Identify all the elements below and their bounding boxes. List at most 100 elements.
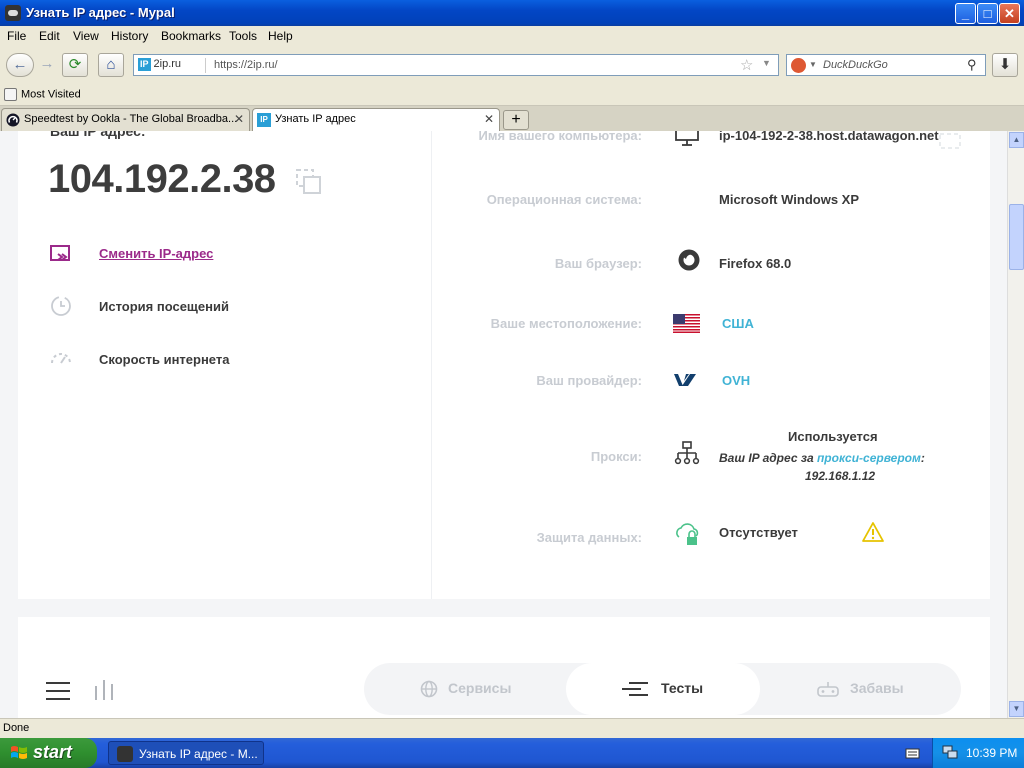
- duckduckgo-icon[interactable]: [791, 58, 806, 73]
- maximize-button[interactable]: □: [977, 3, 998, 24]
- proxy-description: Ваш IP адрес за прокси-сервером:: [719, 451, 925, 465]
- bars-icon[interactable]: [94, 680, 118, 700]
- row-label-proxy: Прокси:: [590, 449, 642, 464]
- page-viewport: Ваш IP адрес: 104.192.2.38 Сменить IP-ад…: [0, 131, 1007, 718]
- most-visited-bookmark[interactable]: Most Visited: [4, 88, 81, 101]
- tab-2ip[interactable]: IP Узнать IP адрес ✕: [252, 108, 500, 131]
- firefox-icon: [678, 249, 700, 271]
- reload-button[interactable]: ⟳: [62, 53, 88, 77]
- start-label: start: [33, 742, 73, 762]
- menu-tools[interactable]: Tools: [229, 29, 257, 43]
- row-label-data-protection: Защита данных:: [536, 530, 642, 545]
- search-placeholder[interactable]: DuckDuckGo: [823, 59, 888, 71]
- url-dropdown-icon[interactable]: ▼: [762, 58, 771, 68]
- engine-dropdown-icon[interactable]: ▼: [809, 60, 817, 69]
- change-ip-link[interactable]: Сменить IP-адрес: [99, 246, 213, 261]
- globe-icon: [420, 680, 438, 698]
- scroll-down-arrow-icon[interactable]: ▼: [1009, 701, 1024, 717]
- back-button[interactable]: ←: [6, 53, 34, 77]
- close-button[interactable]: ✕: [999, 3, 1020, 24]
- speed-link[interactable]: Скорость интернета: [99, 352, 229, 367]
- menu-bookmarks[interactable]: Bookmarks: [161, 29, 221, 43]
- scroll-up-arrow-icon[interactable]: ▲: [1009, 132, 1024, 148]
- browser-value: Firefox 68.0: [719, 256, 792, 271]
- close-tab-icon[interactable]: ✕: [484, 112, 494, 126]
- url-text[interactable]: https://2ip.ru/: [214, 59, 278, 71]
- copy-hostname-icon[interactable]: [939, 133, 961, 149]
- forward-button[interactable]: →: [34, 53, 60, 77]
- warning-icon: [862, 522, 884, 542]
- search-bar[interactable]: ▼ DuckDuckGo ⚲: [786, 54, 986, 76]
- home-button[interactable]: ⌂: [98, 53, 124, 77]
- system-tray: 10:39 PM: [932, 738, 1024, 768]
- back-arrow-icon: ←: [12, 56, 28, 73]
- taskbar-item-label: Узнать IP адрес - M...: [139, 747, 258, 761]
- menu-history[interactable]: History: [111, 29, 148, 43]
- gamepad-icon: [817, 682, 839, 697]
- row-label-computer-name: Имя вашего компьютера:: [478, 131, 642, 143]
- tab-fun[interactable]: Забавы: [762, 663, 961, 715]
- windows-taskbar: start Узнать IP адрес - M... 10:39 PM: [0, 738, 1024, 768]
- site-identity[interactable]: IP 2ip.ru: [138, 58, 206, 73]
- proxy-status: Используется: [788, 429, 878, 444]
- monitor-icon: [675, 131, 699, 146]
- ovh-logo-icon: [674, 374, 696, 386]
- computer-name-value: ip-104-192-2-38.host.datawagon.net: [719, 131, 939, 143]
- menu-view[interactable]: View: [73, 29, 99, 43]
- download-icon: ⬇: [998, 56, 1012, 73]
- proxy-text-before: Ваш IP адрес за: [719, 451, 817, 465]
- minimize-button[interactable]: _: [955, 3, 976, 24]
- search-icon[interactable]: ⚲: [967, 57, 977, 73]
- menu-help[interactable]: Help: [268, 29, 293, 43]
- card-divider: [431, 131, 432, 599]
- start-button[interactable]: start: [0, 738, 97, 768]
- tab-strip: Speedtest by Ookla - The Global Broadba.…: [0, 106, 1024, 131]
- tab-tests[interactable]: Тесты: [566, 663, 760, 715]
- network-icon: [674, 441, 700, 465]
- ip-address-value: 104.192.2.38: [48, 157, 276, 201]
- history-icon: [51, 296, 71, 316]
- tab-speedtest[interactable]: Speedtest by Ookla - The Global Broadba.…: [1, 108, 250, 131]
- provider-value[interactable]: OVH: [722, 373, 750, 388]
- proxy-ip-value: 192.168.1.12: [805, 469, 876, 483]
- us-flag-icon: [673, 314, 700, 333]
- url-bar[interactable]: IP 2ip.ru https://2ip.ru/ ☆ ▼: [133, 54, 779, 76]
- close-tab-icon[interactable]: ✕: [234, 112, 244, 126]
- row-label-os: Операционная система:: [486, 192, 642, 207]
- mypal-taskbar-icon: [117, 746, 133, 762]
- bookmark-star-icon[interactable]: ☆: [740, 56, 753, 74]
- cloud-lock-icon: [676, 523, 699, 545]
- status-text: Done: [3, 722, 30, 734]
- vertical-scrollbar[interactable]: ▲ ▼: [1007, 131, 1024, 718]
- bottom-nav-card: Сервисы Тесты Забавы: [18, 617, 990, 718]
- copy-icon[interactable]: [296, 169, 322, 195]
- history-link[interactable]: История посещений: [99, 299, 229, 314]
- taskbar-item-mypal[interactable]: Узнать IP адрес - M...: [108, 741, 264, 765]
- new-tab-button[interactable]: +: [503, 110, 529, 130]
- keyboard-icon[interactable]: [905, 746, 920, 760]
- proxy-text-after: :: [920, 451, 925, 465]
- proxy-server-link[interactable]: прокси-сервером: [817, 451, 921, 465]
- scrollbar-thumb[interactable]: [1009, 204, 1024, 270]
- tests-icon: [622, 682, 648, 696]
- hamburger-menu-icon[interactable]: [45, 681, 71, 701]
- 2ip-favicon: IP: [257, 113, 271, 127]
- tab-tests-label: Тесты: [661, 680, 704, 696]
- tab-services[interactable]: Сервисы: [364, 663, 564, 715]
- navigation-toolbar: ← → ⟳ ⌂ IP 2ip.ru https://2ip.ru/ ☆ ▼ ▼ D…: [0, 46, 1024, 84]
- most-visited-label: Most Visited: [21, 88, 81, 101]
- menu-edit[interactable]: Edit: [39, 29, 60, 43]
- clock[interactable]: 10:39 PM: [966, 746, 1017, 760]
- location-value[interactable]: США: [722, 316, 754, 331]
- section-tabs: Сервисы Тесты Забавы: [364, 663, 961, 715]
- row-label-provider: Ваш провайдер:: [536, 373, 642, 388]
- bookmarks-toolbar: Most Visited: [0, 84, 1024, 106]
- window-title: Узнать IP адрес - Mypal: [26, 5, 175, 20]
- network-tray-icon[interactable]: [942, 745, 958, 760]
- site-favicon: IP: [138, 58, 151, 71]
- tab-fun-label: Забавы: [850, 680, 904, 696]
- folder-icon: [4, 88, 17, 101]
- menu-file[interactable]: File: [7, 29, 26, 43]
- downloads-button[interactable]: ⬇: [992, 53, 1018, 77]
- mypal-app-icon: [5, 5, 21, 21]
